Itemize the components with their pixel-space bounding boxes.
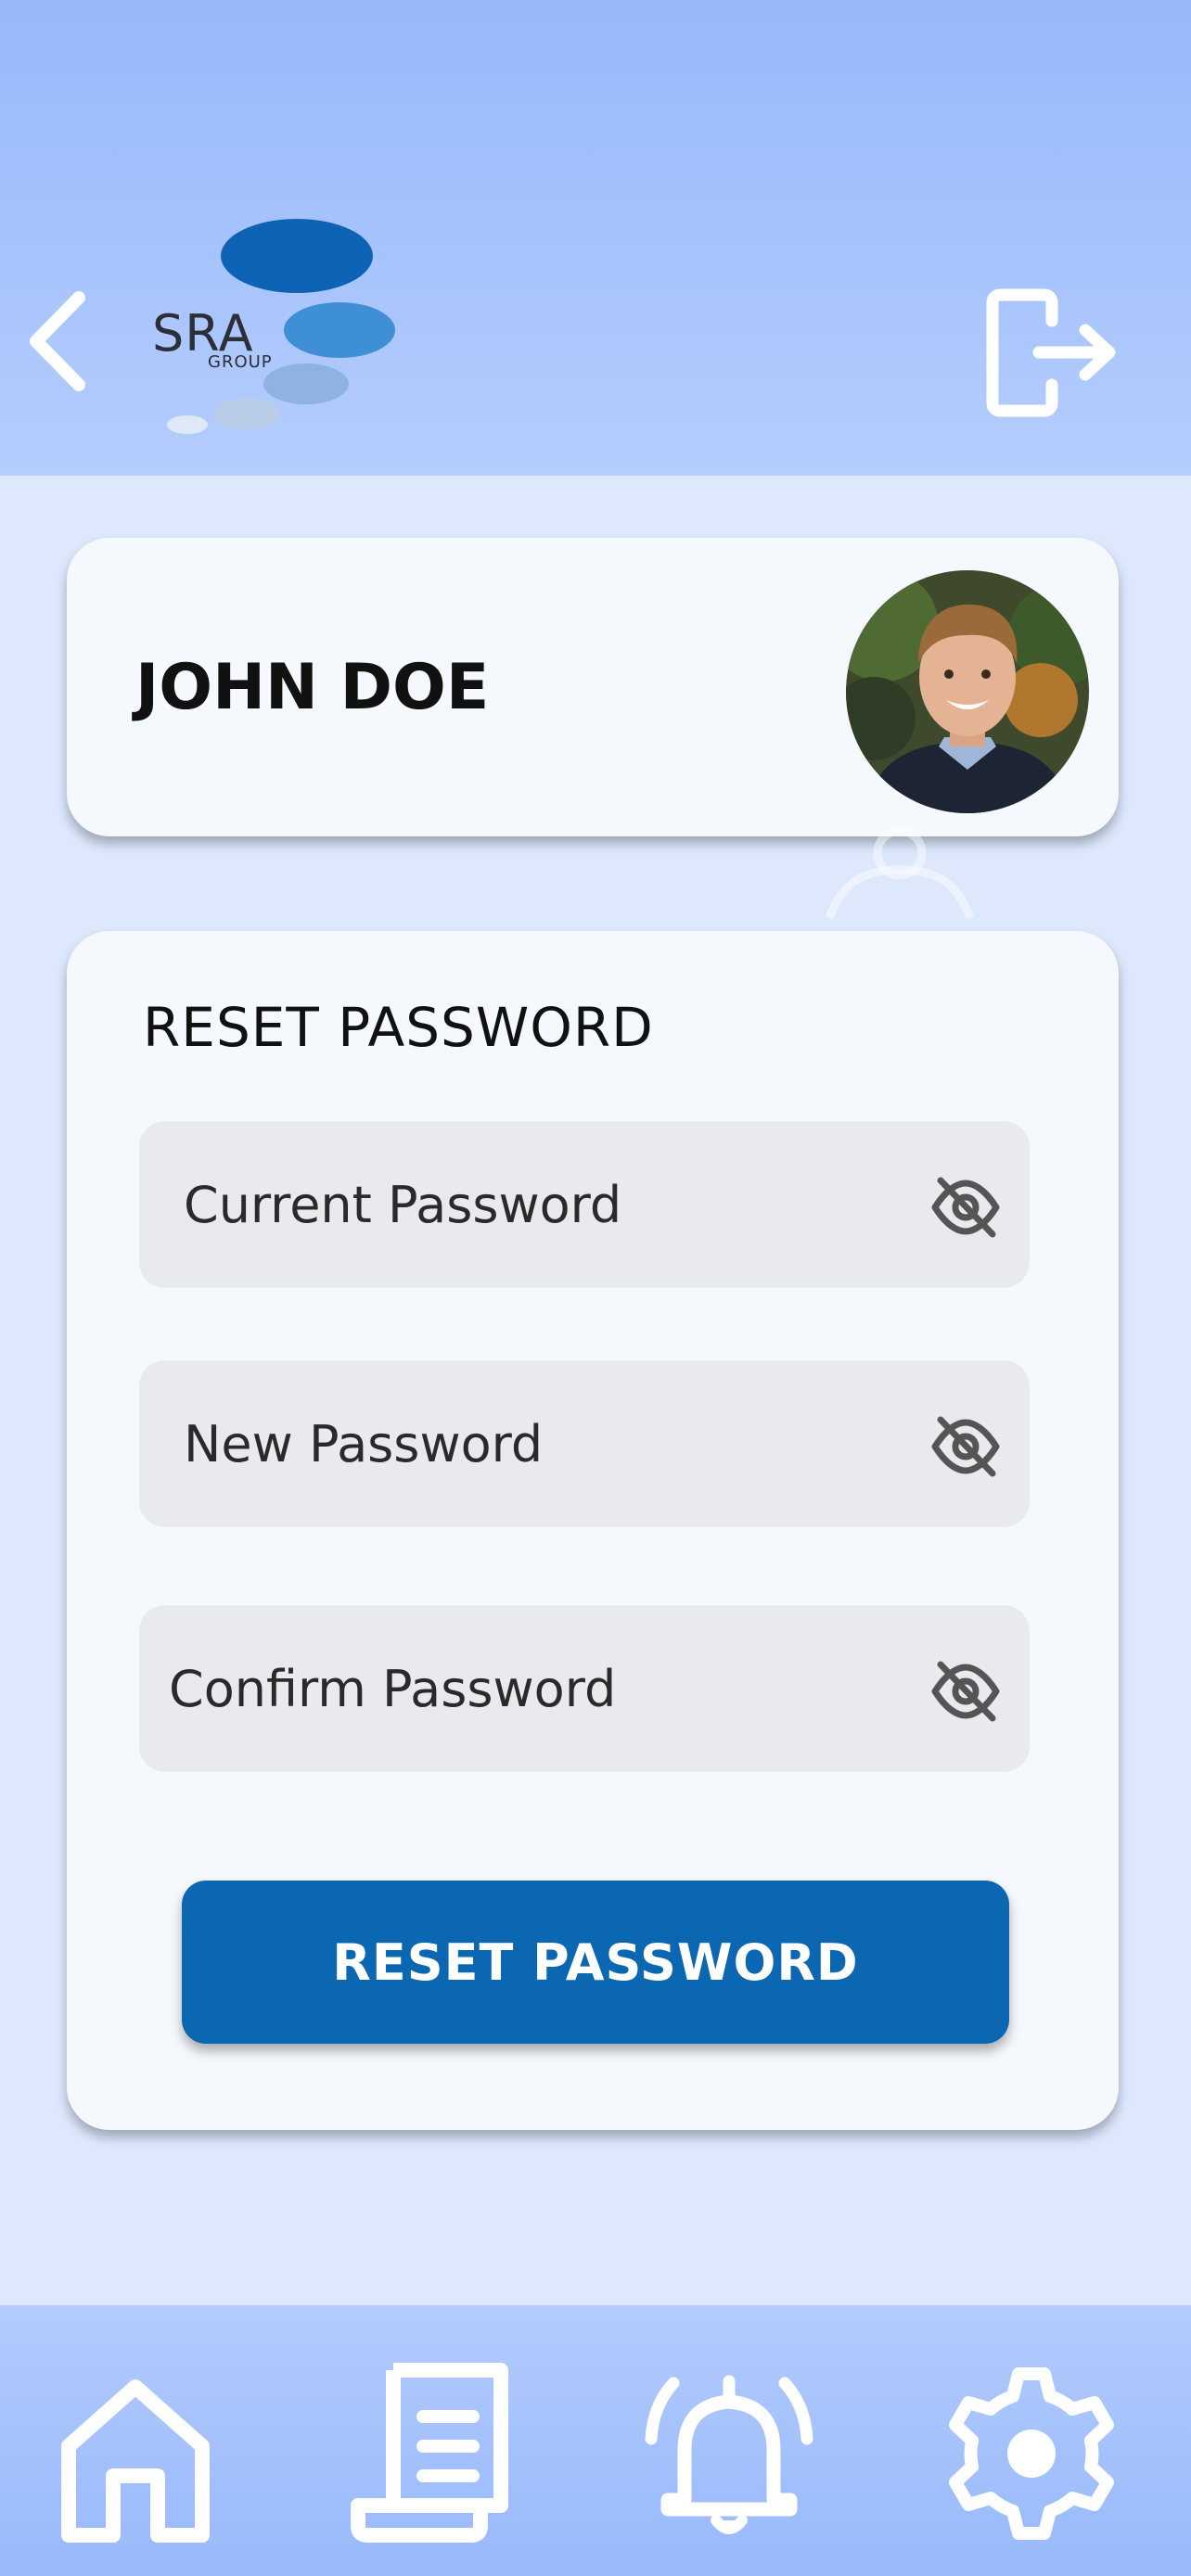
user-outline-icon <box>825 826 975 920</box>
current-password-field[interactable]: Current Password <box>139 1121 1030 1288</box>
new-password-field[interactable]: New Password <box>139 1360 1030 1527</box>
profile-name: JOHN DOE <box>135 650 490 724</box>
document-icon <box>351 2363 508 2543</box>
nav-notifications[interactable] <box>636 2361 822 2546</box>
avatar[interactable] <box>846 570 1089 813</box>
nav-settings[interactable] <box>939 2361 1124 2546</box>
reset-password-card: RESET PASSWORD Current Password New Pass… <box>67 931 1119 2130</box>
home-icon <box>61 2379 210 2543</box>
logout-icon <box>986 288 1116 417</box>
logo-subtext: GROUP <box>208 352 273 372</box>
logout-button[interactable] <box>983 286 1122 420</box>
back-button[interactable] <box>20 283 95 399</box>
nav-documents[interactable] <box>341 2361 527 2546</box>
bell-icon <box>645 2375 813 2534</box>
section-title: RESET PASSWORD <box>143 996 654 1059</box>
eye-off-icon[interactable] <box>929 1175 1002 1240</box>
app-header: SRA GROUP <box>0 0 1191 476</box>
sra-group-logo: SRA GROUP <box>148 213 408 445</box>
confirm-password-field[interactable]: Confirm Password <box>139 1605 1030 1772</box>
confirm-password-placeholder: Confirm Password <box>169 1659 617 1718</box>
bottom-nav <box>0 2305 1191 2576</box>
new-password-placeholder: New Password <box>184 1414 544 1473</box>
nav-home[interactable] <box>43 2361 228 2546</box>
eye-off-icon[interactable] <box>929 1659 1002 1724</box>
reset-password-button[interactable]: RESET PASSWORD <box>182 1881 1009 2044</box>
gear-icon <box>949 2367 1114 2540</box>
current-password-placeholder: Current Password <box>184 1175 622 1234</box>
eye-off-icon[interactable] <box>929 1414 1002 1479</box>
profile-card: JOHN DOE <box>67 538 1119 836</box>
chevron-left-icon <box>30 290 85 391</box>
